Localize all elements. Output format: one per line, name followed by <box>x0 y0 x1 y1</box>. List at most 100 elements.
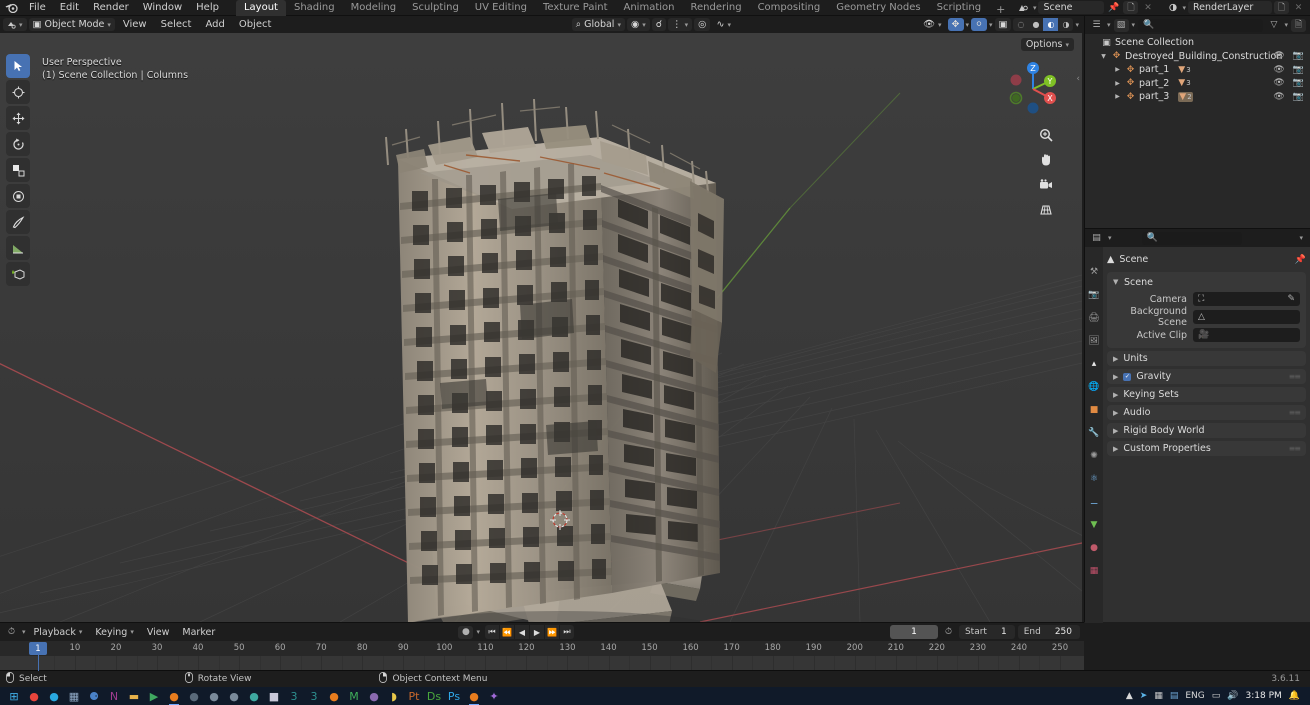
chevron-right-icon[interactable]: ▶ <box>1113 66 1122 73</box>
workspace-tab-animation[interactable]: Animation <box>616 0 683 16</box>
menu-file[interactable]: File <box>22 0 53 16</box>
gravity-panel-header[interactable]: ▶ ✓ Gravity ≡≡ <box>1107 369 1306 384</box>
background-scene-field[interactable]: △ <box>1193 310 1300 324</box>
tweak-select-box-tool[interactable] <box>6 54 30 78</box>
new-view-layer-icon[interactable]: 🗋 <box>1274 1 1289 14</box>
add-cube-tool[interactable] <box>6 262 30 286</box>
media-player-icon[interactable]: ● <box>364 687 384 705</box>
scene-chevron-icon[interactable]: ▾ <box>1033 4 1037 12</box>
properties-editor[interactable]: ▤ ▾ 🔍 ▾ ⚒ 📷 🖨 🖼 ▴ 🌐 ■ 🔧 ✺ ⚛ ⚊ ▼ ● ▦ ▲ Sc… <box>1084 228 1310 623</box>
timeline-menu-playback[interactable]: Playback ▾ <box>29 627 88 638</box>
close-icon[interactable]: ✕ <box>1140 1 1155 14</box>
camera-field[interactable]: ⛶ ✎ <box>1193 292 1300 306</box>
chevron-down-icon[interactable]: ▾ <box>1108 234 1112 242</box>
eye-icon[interactable]: 👁 <box>1273 78 1284 88</box>
properties-options-chevron-icon[interactable]: ▾ <box>1299 234 1306 242</box>
shading-rendered-button[interactable]: ◑ <box>1058 18 1073 31</box>
overlays-chevron-icon[interactable]: ▾ <box>989 21 993 29</box>
menu-window[interactable]: Window <box>136 0 189 16</box>
snap-magnet-toggle[interactable]: ☌ <box>651 18 667 31</box>
viewport-options-button[interactable]: Options ▾ <box>1020 38 1074 51</box>
timeline-menu-view[interactable]: View <box>142 627 175 638</box>
scene-icon[interactable] <box>1016 1 1031 14</box>
menu-render[interactable]: Render <box>86 0 136 16</box>
chevron-down-icon[interactable]: ▾ <box>22 628 26 636</box>
material-tab[interactable]: ● <box>1087 541 1101 555</box>
workspace-tab-rendering[interactable]: Rendering <box>682 0 749 16</box>
jump-to-end-button[interactable]: ⏭ <box>559 625 574 639</box>
chevron-down-icon[interactable]: ▾ <box>1132 21 1136 29</box>
jump-to-start-button[interactable]: ⏮ <box>484 625 499 639</box>
viewport-menu-add[interactable]: Add <box>199 17 230 33</box>
rotate-tool[interactable] <box>6 132 30 156</box>
viewport-menu-object[interactable]: Object <box>233 17 278 33</box>
camera-icon[interactable] <box>1037 176 1054 193</box>
workspace-tab-shading[interactable]: Shading <box>286 0 343 16</box>
onenote-icon[interactable]: N <box>104 687 124 705</box>
keying-sets-panel-header[interactable]: ▶ Keying Sets <box>1107 387 1306 402</box>
network-adapter-icon[interactable]: ▤ <box>1170 691 1179 701</box>
outliner-row-part-2[interactable]: ▶ ✥ part_2 ▼ 3 👁 📷 <box>1085 77 1310 91</box>
cursor-tool[interactable] <box>6 80 30 104</box>
chevron-down-icon[interactable]: ▼ <box>1099 53 1108 60</box>
timeline-menu-marker[interactable]: Marker <box>177 627 220 638</box>
outliner-row-scene-collection[interactable]: ▣ Scene Collection <box>1085 36 1310 50</box>
particles-tab[interactable]: ✺ <box>1087 449 1101 463</box>
notifications-bell-icon[interactable]: 🔔 <box>1289 691 1300 701</box>
gravity-checkbox[interactable]: ✓ <box>1123 372 1132 381</box>
properties-editor-icon[interactable]: ▤ <box>1089 232 1104 245</box>
active-clip-field[interactable]: 🎥 <box>1193 328 1300 342</box>
world-tab[interactable]: 🌐 <box>1087 380 1101 394</box>
properties-search-input[interactable]: 🔍 <box>1141 231 1242 245</box>
chevron-right-icon[interactable]: ▶ <box>1113 93 1122 100</box>
view-layer-icon[interactable] <box>1165 1 1180 14</box>
tool-tab[interactable]: ⚒ <box>1087 265 1101 279</box>
shading-material-preview-button[interactable]: ◐ <box>1043 18 1059 31</box>
outliner-row-destroyed-building[interactable]: ▼ ✥ Destroyed_Building_Construction 👁 📷 <box>1085 50 1310 64</box>
substance-icon[interactable]: ◗ <box>384 687 404 705</box>
view-layer-chevron-icon[interactable]: ▾ <box>1182 4 1186 12</box>
viewport-menu-select[interactable]: Select <box>155 17 198 33</box>
chevron-down-icon[interactable]: ▾ <box>1107 21 1111 29</box>
edge-icon[interactable]: ● <box>44 687 64 705</box>
timeline-ruler[interactable]: 10 20 30 40 50 60 70 80 90 100 110 120 130 140 150 160 1… <box>0 641 1084 671</box>
shading-wireframe-button[interactable]: ◌ <box>1013 18 1028 31</box>
camera-render-icon[interactable]: 📷 <box>1293 51 1304 61</box>
3d-viewport[interactable]: ▾ ▣ Object Mode ▾ View Select Add Object… <box>0 16 1082 622</box>
jump-to-next-keyframe-button[interactable]: ⏩ <box>544 625 559 639</box>
audio-panel-header[interactable]: ▶ Audio ≡≡ <box>1107 405 1306 420</box>
scene-tab[interactable]: ▴ <box>1087 357 1101 371</box>
sidebar-toggle-arrow-icon[interactable]: ‹ <box>1076 74 1080 84</box>
powerpoint-icon[interactable]: Pt <box>404 687 424 705</box>
proportional-edit-toggle[interactable]: ◎ <box>694 18 711 31</box>
xray-toggle-button[interactable]: ▣ <box>994 18 1012 31</box>
unknown-app-icon-3[interactable]: ● <box>224 687 244 705</box>
render-tab[interactable]: 📷 <box>1087 288 1101 302</box>
outliner-editor[interactable]: ☰ ▾ ▧ ▾ 🔍 ▽ ▾ 🗎 ▣ Scene Collection ▼ ✥ D… <box>1084 16 1310 228</box>
file-explorer-icon[interactable]: ▬ <box>124 687 144 705</box>
transform-tool[interactable] <box>6 184 30 208</box>
photoshop-icon[interactable]: Ps <box>444 687 464 705</box>
physics-tab[interactable]: ⚛ <box>1087 472 1101 486</box>
unknown-app-icon-1[interactable]: ● <box>184 687 204 705</box>
taskbar-clock[interactable]: 3:18 PM <box>1246 687 1282 705</box>
filter-id-icon[interactable]: ▧ <box>1113 18 1129 32</box>
data-tab[interactable]: ▼ <box>1087 518 1101 532</box>
scale-tool[interactable] <box>6 158 30 182</box>
timeline-playhead[interactable]: 1 <box>29 642 47 655</box>
battery-icon[interactable]: ▭ <box>1212 691 1221 701</box>
menu-help[interactable]: Help <box>189 0 226 16</box>
move-tool[interactable] <box>6 106 30 130</box>
calculator-icon[interactable]: ▦ <box>64 687 84 705</box>
falloff-selector[interactable]: ∿ ▾ <box>712 18 734 31</box>
camera-render-icon[interactable]: 📷 <box>1293 65 1304 75</box>
visual-studio-icon[interactable]: ✦ <box>484 687 504 705</box>
telegram-icon[interactable]: ➤ <box>1140 691 1148 701</box>
hand-icon[interactable] <box>1037 151 1054 168</box>
start-frame-value[interactable]: 1 <box>993 627 1015 637</box>
new-scene-icon[interactable]: 🗋 <box>1123 1 1139 14</box>
blender-icon-2[interactable]: ● <box>324 687 344 705</box>
max-icon-1[interactable]: 3 <box>284 687 304 705</box>
editor-type-icon[interactable]: ▾ <box>3 18 27 31</box>
pin-icon[interactable]: 📌 <box>1295 255 1306 265</box>
